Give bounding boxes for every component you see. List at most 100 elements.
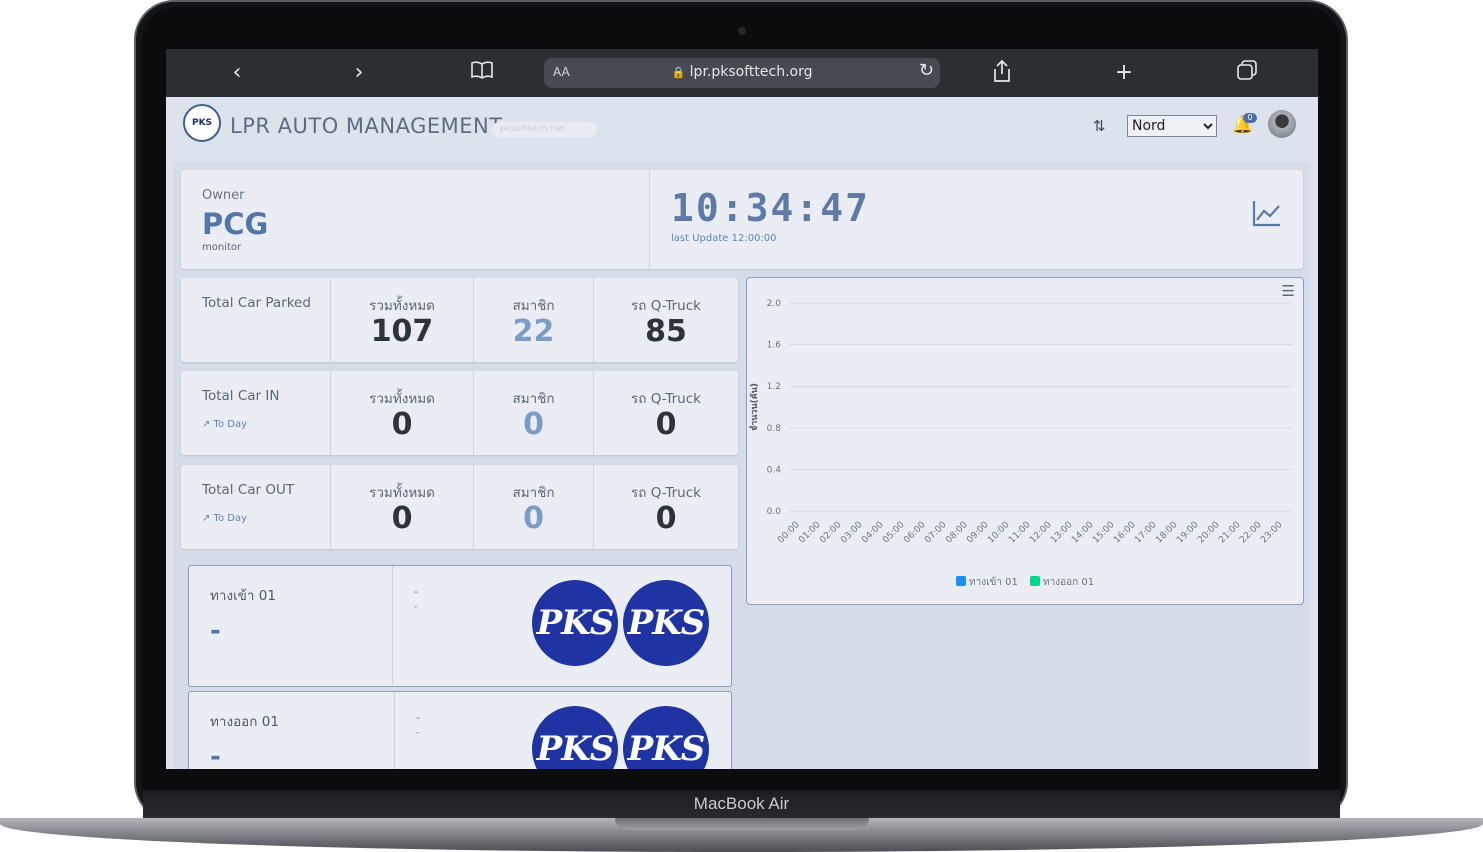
sync-icon[interactable]: ⇅ [1093, 117, 1106, 135]
back-icon[interactable]: ‹ [223, 59, 251, 87]
x-tick-label: 14:00 [1070, 520, 1096, 546]
app-title: LPR AUTO MANAGEMENT [230, 114, 503, 138]
stat-member-value: 0 [523, 407, 544, 442]
gate-image-car[interactable]: PKS [623, 580, 709, 666]
y-tick-label: 1.2 [767, 382, 781, 392]
col-qtruck-label: รถ Q-Truck [631, 391, 701, 407]
col-qtruck-label: รถ Q-Truck [631, 298, 701, 314]
x-tick-label: 21:00 [1217, 520, 1243, 546]
x-tick-label: 06:00 [902, 520, 928, 546]
col-divider [593, 465, 594, 549]
x-tick-label: 09:00 [965, 520, 991, 546]
x-tick-label: 07:00 [923, 520, 949, 546]
chart-panel: ☰ 0.0 0.4 0.8 1.2 1.6 2.0 จำนวน(คัน) 00:00 01:00… [746, 277, 1304, 605]
stat-total-value: 107 [370, 314, 434, 349]
share-icon[interactable] [988, 59, 1016, 87]
legend-label: ทางออก 01 [1043, 577, 1094, 588]
x-tick-label: 18:00 [1154, 520, 1180, 546]
today-link[interactable]: ↗ To Day [202, 419, 247, 430]
owner-role: monitor [202, 242, 242, 253]
x-tick-label: 16:00 [1112, 520, 1138, 546]
app-logo[interactable]: PKS [183, 104, 221, 142]
stat-member-value: 22 [512, 314, 555, 349]
col-divider [473, 278, 474, 362]
domain-pill: pksofttech.net [492, 122, 597, 137]
stat-title: Total Car IN [202, 388, 280, 404]
col-member-label: สมาชิก [512, 298, 555, 314]
y-tick-label: 2.0 [767, 299, 782, 309]
x-tick-label: 20:00 [1196, 520, 1222, 546]
y-axis-label: จำนวน(คัน) [749, 383, 760, 431]
gate-info-1: - [414, 585, 418, 598]
x-tick-label: 22:00 [1238, 520, 1264, 546]
col-divider [330, 465, 331, 549]
stat-member-value: 0 [523, 501, 544, 536]
hourly-chart: 0.0 0.4 0.8 1.2 1.6 2.0 จำนวน(คัน) 00:0001:0002… [749, 299, 1293, 588]
stat-total-value: 0 [391, 407, 413, 442]
col-total-label: รวมทั้งหมด [369, 298, 435, 314]
owner-label: Owner [202, 188, 245, 203]
gate-info-1: - [416, 711, 420, 724]
chart-menu-icon[interactable]: ☰ [1282, 282, 1295, 300]
clock-display: 10:34:47 [671, 186, 871, 230]
forward-icon[interactable]: › [345, 59, 373, 87]
url-text: 🔒 lpr.pksofttech.org [544, 64, 940, 80]
url-bar[interactable]: AA 🔒 lpr.pksofttech.org ↻ [544, 58, 940, 88]
gate-divider [394, 692, 395, 769]
col-divider [330, 278, 331, 362]
legend-swatch [1030, 576, 1040, 586]
legend-label: ทางเข้า 01 [969, 576, 1018, 588]
col-member-label: สมาชิก [512, 391, 555, 407]
gate-info-2: - [416, 728, 420, 738]
gate-name: ทางเข้า 01 [210, 588, 276, 604]
x-tick-label: 10:00 [986, 520, 1012, 546]
today-link[interactable]: ↗ To Day [202, 513, 247, 524]
col-total-label: รวมทั้งหมด [369, 391, 435, 407]
gate-plate: - [210, 742, 221, 769]
x-tick-label: 19:00 [1175, 520, 1201, 546]
col-member-label: สมาชิก [512, 485, 555, 501]
x-tick-label: 23:00 [1259, 520, 1285, 546]
gate-image-plate[interactable]: PKS [532, 580, 618, 666]
y-tick-label: 1.6 [767, 341, 782, 351]
url-value: lpr.pksofttech.org [689, 64, 813, 80]
x-tick-label: 17:00 [1133, 520, 1159, 546]
x-tick-label: 11:00 [1007, 520, 1033, 546]
legend-swatch [956, 576, 966, 586]
x-tick-label: 13:00 [1049, 520, 1075, 546]
stat-qtruck-value: 85 [645, 314, 687, 349]
x-tick-label: 03:00 [839, 520, 865, 546]
col-total-label: รวมทั้งหมด [369, 485, 435, 501]
tabs-icon[interactable] [1233, 59, 1261, 87]
gate-divider [392, 566, 393, 685]
avatar[interactable] [1268, 110, 1296, 138]
x-tick-label: 00:00 [776, 520, 802, 546]
gate-info-2: - [414, 602, 418, 612]
gate-plate: - [210, 616, 221, 646]
laptop-notch [615, 818, 869, 830]
new-tab-icon[interactable]: + [1110, 59, 1138, 87]
bookmarks-icon[interactable] [468, 59, 496, 87]
col-divider [593, 371, 594, 455]
chart-line-icon[interactable] [1252, 199, 1282, 234]
col-divider [330, 371, 331, 455]
last-update: last Update 12:00:00 [671, 233, 777, 244]
x-tick-label: 02:00 [818, 520, 844, 546]
stat-qtruck-value: 0 [655, 407, 677, 442]
browser-toolbar: ‹ › AA 🔒 lpr.pksofttech.org ↻ + [166, 49, 1318, 97]
theme-select[interactable]: Nord [1127, 115, 1217, 137]
x-tick-label: 04:00 [860, 520, 886, 546]
col-qtruck-label: รถ Q-Truck [631, 485, 701, 501]
stat-title: Total Car Parked [202, 295, 311, 311]
y-tick-label: 0.0 [767, 507, 782, 517]
stat-title: Total Car OUT [202, 482, 295, 498]
owner-value: PCG [202, 207, 269, 241]
x-tick-label: 05:00 [881, 520, 907, 546]
notification-badge: 0 [1243, 113, 1257, 123]
reload-icon[interactable]: ↻ [919, 60, 934, 81]
device-label: MacBook Air [693, 794, 790, 813]
x-tick-label: 08:00 [944, 520, 970, 546]
x-tick-label: 12:00 [1028, 520, 1054, 546]
screen: ‹ › AA 🔒 lpr.pksofttech.org ↻ + PKS LPR … [166, 49, 1318, 769]
lock-icon: 🔒 [671, 66, 686, 79]
